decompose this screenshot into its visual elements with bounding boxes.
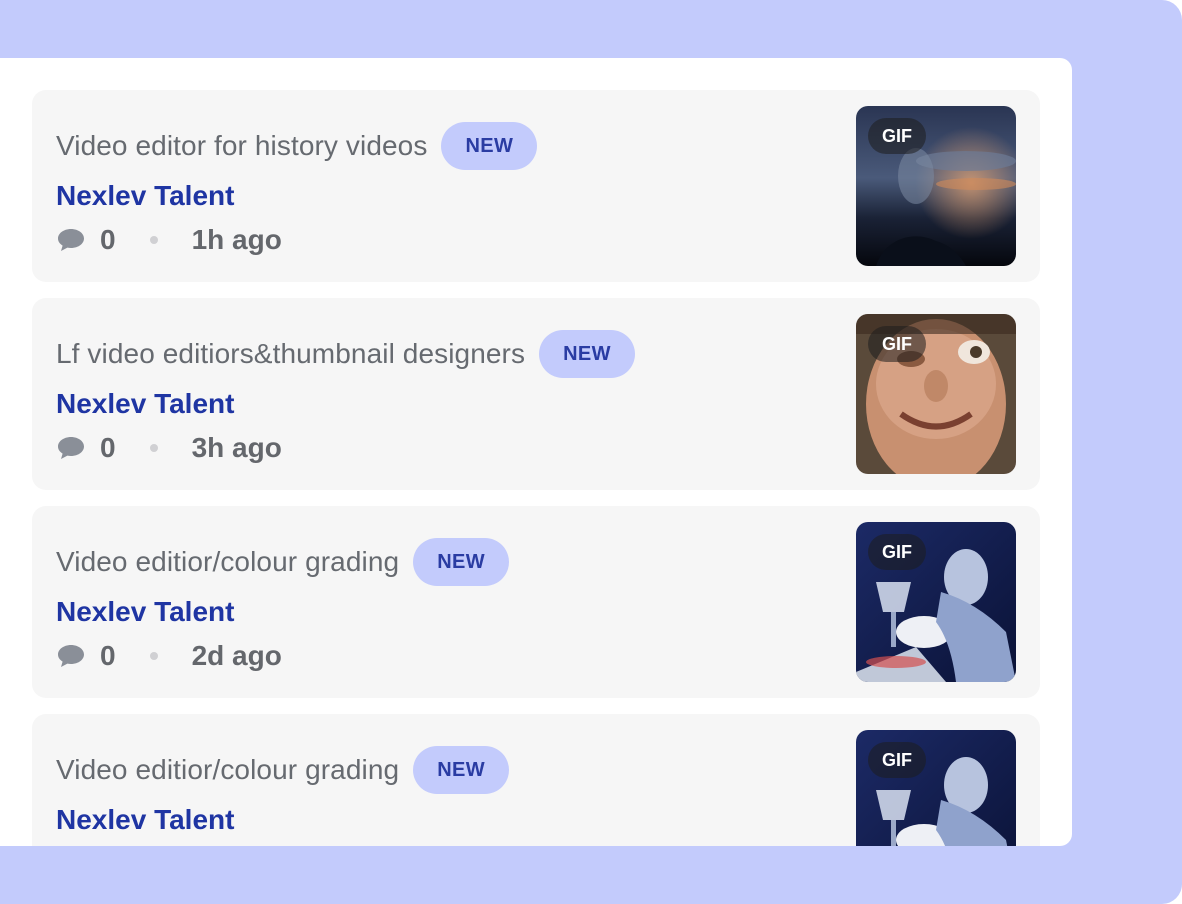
post-time: 3h ago	[191, 432, 282, 463]
post-list: Video editor for history videos NEW Nexl…	[32, 90, 1040, 846]
new-badge: NEW	[413, 746, 510, 794]
post-thumbnail[interactable]: GIF	[856, 730, 1016, 846]
post-card[interactable]: Video editior/colour grading NEW Nexlev …	[32, 714, 1040, 846]
post-author[interactable]: Nexlev Talent	[56, 804, 234, 836]
separator-dot	[149, 652, 158, 660]
post-title-row: Video editior/colour grading NEW	[56, 538, 510, 586]
post-author[interactable]: Nexlev Talent	[56, 596, 234, 628]
post-title[interactable]: Video editior/colour grading	[56, 546, 399, 578]
feed-panel: Video editor for history videos NEW Nexl…	[0, 58, 1072, 846]
post-thumbnail[interactable]: GIF	[856, 106, 1016, 266]
post-thumbnail[interactable]: GIF	[856, 314, 1016, 474]
new-badge: NEW	[539, 330, 635, 378]
comment-count: 0	[100, 640, 116, 671]
new-badge: NEW	[441, 122, 538, 170]
post-author[interactable]: Nexlev Talent	[56, 388, 234, 420]
post-thumbnail[interactable]: GIF	[856, 522, 1016, 682]
post-card[interactable]: Lf video editiors&thumbnail designers NE…	[32, 298, 1040, 490]
separator-dot	[149, 444, 158, 452]
gif-badge: GIF	[868, 534, 926, 570]
post-meta: 0 3h ago	[56, 430, 282, 466]
post-title[interactable]: Video editior/colour grading	[56, 754, 399, 786]
post-time: 2d ago	[191, 640, 282, 671]
gif-badge: GIF	[868, 118, 926, 154]
post-title-row: Lf video editiors&thumbnail designers NE…	[56, 330, 635, 378]
post-title-row: Video editior/colour grading NEW	[56, 746, 510, 794]
gif-badge: GIF	[868, 326, 926, 362]
post-card[interactable]: Video editor for history videos NEW Nexl…	[32, 90, 1040, 282]
gif-badge: GIF	[868, 742, 926, 778]
post-title-row: Video editor for history videos NEW	[56, 122, 538, 170]
new-badge: NEW	[413, 538, 510, 586]
post-card[interactable]: Video editior/colour grading NEW Nexlev …	[32, 506, 1040, 698]
post-author[interactable]: Nexlev Talent	[56, 180, 234, 212]
comment-icon	[56, 227, 86, 253]
comment-icon	[56, 435, 86, 461]
separator-dot	[149, 236, 158, 244]
post-title[interactable]: Lf video editiors&thumbnail designers	[56, 338, 525, 370]
comment-count: 0	[100, 432, 116, 463]
post-title[interactable]: Video editor for history videos	[56, 130, 427, 162]
comment-icon	[56, 643, 86, 669]
post-meta: 0 2d ago	[56, 638, 282, 674]
post-meta: 0 1h ago	[56, 222, 282, 258]
comment-count: 0	[100, 224, 116, 255]
post-time: 1h ago	[191, 224, 282, 255]
